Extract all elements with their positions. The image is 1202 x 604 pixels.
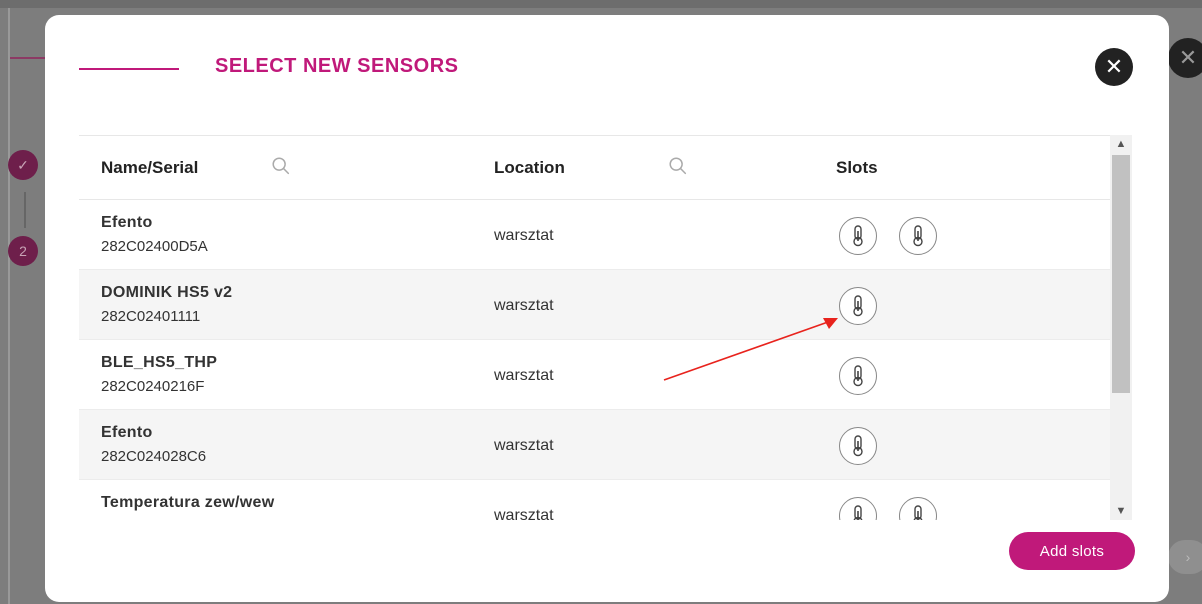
thermometer-slot-button[interactable]: [839, 217, 877, 255]
thermometer-icon: [853, 435, 863, 457]
table-row[interactable]: Efento 282C02400D5A warsztat: [79, 200, 1111, 270]
thermometer-icon: [853, 225, 863, 247]
sensor-serial: 282C024028C6: [101, 448, 207, 465]
table-row[interactable]: Temperatura zew/wew warsztat: [79, 480, 1111, 520]
background-next-button: ›: [1168, 540, 1202, 574]
table-row[interactable]: Efento 282C024028C6 warsztat: [79, 410, 1111, 480]
step-1-check-icon: ✓: [8, 150, 38, 180]
step-connector: [24, 192, 26, 228]
sensor-name: BLE_HS5_THP: [101, 354, 218, 371]
table-header: Name/Serial Location Slots: [79, 135, 1111, 200]
sensor-location: warsztat: [494, 507, 554, 520]
sensor-serial: 282C02401111: [101, 308, 201, 325]
sensor-location: warsztat: [494, 367, 554, 384]
thermometer-slot-button[interactable]: [839, 357, 877, 395]
sensor-name: Efento: [101, 424, 153, 441]
thermometer-slot-button[interactable]: [899, 497, 937, 520]
thermometer-icon: [853, 295, 863, 317]
scroll-down-arrow-icon[interactable]: ▼: [1110, 502, 1132, 520]
column-header-name: Name/Serial: [101, 158, 199, 177]
search-icon[interactable]: [667, 155, 689, 177]
thermometer-slot-button[interactable]: [839, 497, 877, 520]
column-header-location: Location: [494, 158, 565, 177]
thermometer-icon: [913, 225, 923, 247]
title-accent-line: [79, 68, 179, 70]
add-slots-button[interactable]: Add slots: [1009, 532, 1135, 570]
sensor-serial: 282C0240216F: [101, 378, 205, 395]
thermometer-icon: [853, 505, 863, 520]
search-icon[interactable]: [270, 155, 292, 177]
table-scrollbar[interactable]: ▲ ▼: [1110, 135, 1132, 520]
sensor-serial: 282C02400D5A: [101, 238, 208, 255]
step-2-badge: 2: [8, 236, 38, 266]
select-sensors-modal: SELECT NEW SENSORS ✕ Name/Serial Locatio…: [45, 15, 1169, 602]
background-close-icon: ✕: [1168, 38, 1202, 78]
table-row[interactable]: DOMINIK HS5 v2 282C02401111 warsztat: [79, 270, 1111, 340]
table-row[interactable]: BLE_HS5_THP 282C0240216F warsztat: [79, 340, 1111, 410]
scrollbar-thumb[interactable]: [1112, 155, 1130, 393]
sensors-table: Name/Serial Location Slots Efento 282C02…: [79, 135, 1113, 520]
thermometer-slot-button[interactable]: [839, 427, 877, 465]
thermometer-slot-button[interactable]: [899, 217, 937, 255]
close-button[interactable]: ✕: [1095, 48, 1133, 86]
background-topbar: [0, 0, 1202, 8]
modal-title: SELECT NEW SENSORS: [215, 55, 459, 77]
sensor-name: Temperatura zew/wew: [101, 494, 275, 511]
sensor-location: warsztat: [494, 297, 554, 314]
background-edge: [8, 8, 10, 604]
close-icon: ✕: [1104, 54, 1124, 79]
sensor-location: warsztat: [494, 227, 554, 244]
thermometer-slot-button[interactable]: [839, 287, 877, 325]
thermometer-icon: [913, 505, 923, 520]
sensor-name: Efento: [101, 214, 153, 231]
sensor-location: warsztat: [494, 437, 554, 454]
thermometer-icon: [853, 365, 863, 387]
scroll-up-arrow-icon[interactable]: ▲: [1110, 135, 1132, 153]
column-header-slots: Slots: [836, 158, 878, 177]
sensor-name: DOMINIK HS5 v2: [101, 284, 233, 301]
background-accent-line: [10, 57, 50, 59]
